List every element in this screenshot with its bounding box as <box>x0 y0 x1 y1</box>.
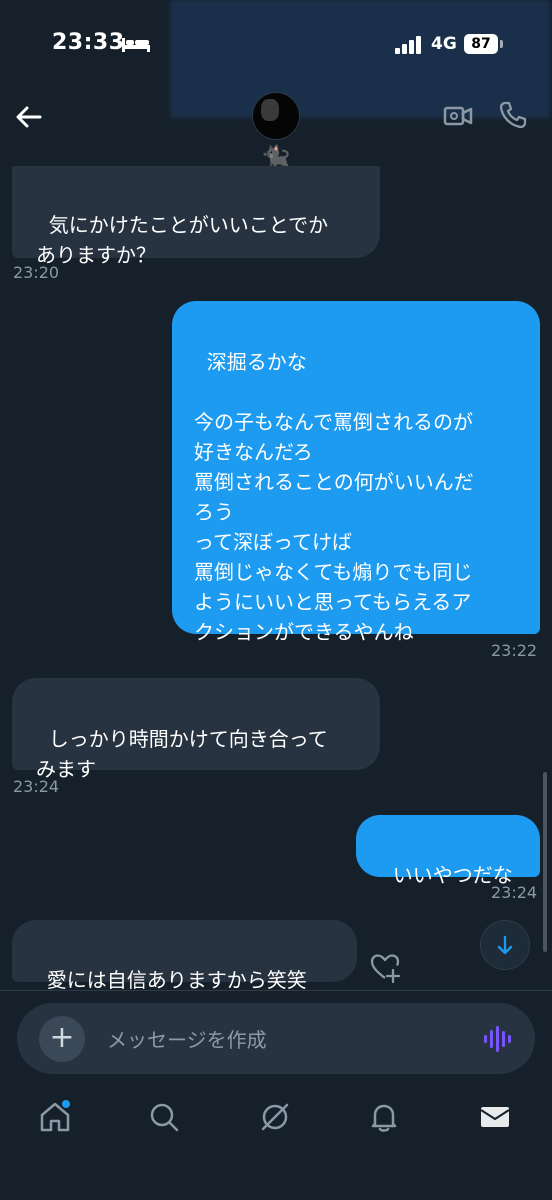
message-text: 気にかけたことがいいことでか ありますか？ <box>36 213 329 267</box>
message-input[interactable]: メッセージを作成 <box>107 1024 267 1053</box>
add-reaction-icon[interactable] <box>368 950 402 984</box>
messages-icon[interactable] <box>478 1100 512 1134</box>
message-bubble-incoming[interactable]: 愛には自信ありますから笑笑 <box>12 920 357 992</box>
add-media-button[interactable]: + <box>39 1016 85 1062</box>
scrollbar[interactable] <box>543 772 547 952</box>
status-bar: 23:33 4G 87 <box>0 0 552 90</box>
avatar-figure <box>261 99 279 121</box>
notifications-icon[interactable] <box>367 1100 401 1134</box>
grok-icon[interactable] <box>258 1100 292 1134</box>
message-bubble-outgoing[interactable]: いいやつだな <box>356 815 540 887</box>
battery-level: 87 <box>464 34 498 54</box>
bottom-tab-bar <box>0 1090 552 1150</box>
message-timestamp: 23:20 <box>13 263 60 282</box>
cellular-signal-icon <box>395 36 421 54</box>
message-bubble-outgoing[interactable]: 深掘るかな 今の子もなんで罵倒されるのが 好きなんだろ 罵倒されることの何がいい… <box>172 301 540 644</box>
message-text: 深掘るかな 今の子もなんで罵倒されるのが 好きなんだろ 罵倒されることの何がいい… <box>194 350 474 644</box>
message-timestamp: 23:22 <box>491 641 538 660</box>
voice-message-icon[interactable] <box>483 1025 513 1053</box>
message-text: しっかり時間かけて向き合って みます <box>36 727 328 781</box>
message-timestamp: 23:24 <box>13 777 60 796</box>
scroll-to-bottom-button[interactable] <box>480 920 530 970</box>
message-bubble-incoming[interactable]: しっかり時間かけて向き合って みます <box>12 678 380 781</box>
status-time: 23:33 <box>52 30 125 55</box>
message-composer[interactable]: + メッセージを作成 <box>17 1003 535 1074</box>
composer-divider <box>0 990 552 991</box>
battery-nub <box>500 40 503 48</box>
message-timestamp: 23:24 <box>491 883 538 902</box>
video-call-icon[interactable] <box>442 100 474 132</box>
avatar[interactable] <box>252 92 300 140</box>
arrow-down-icon <box>497 935 513 955</box>
back-arrow-icon[interactable] <box>12 100 46 134</box>
home-notification-dot <box>60 1098 72 1110</box>
phone-icon[interactable] <box>498 100 528 130</box>
sleep-focus-icon <box>122 38 150 52</box>
message-bubble-incoming[interactable]: 気にかけたことがいいことでか ありますか？ <box>12 166 380 267</box>
search-icon[interactable] <box>147 1100 181 1134</box>
message-text: 愛には自信ありますから笑笑 <box>46 968 307 992</box>
network-type: 4G <box>431 34 457 54</box>
